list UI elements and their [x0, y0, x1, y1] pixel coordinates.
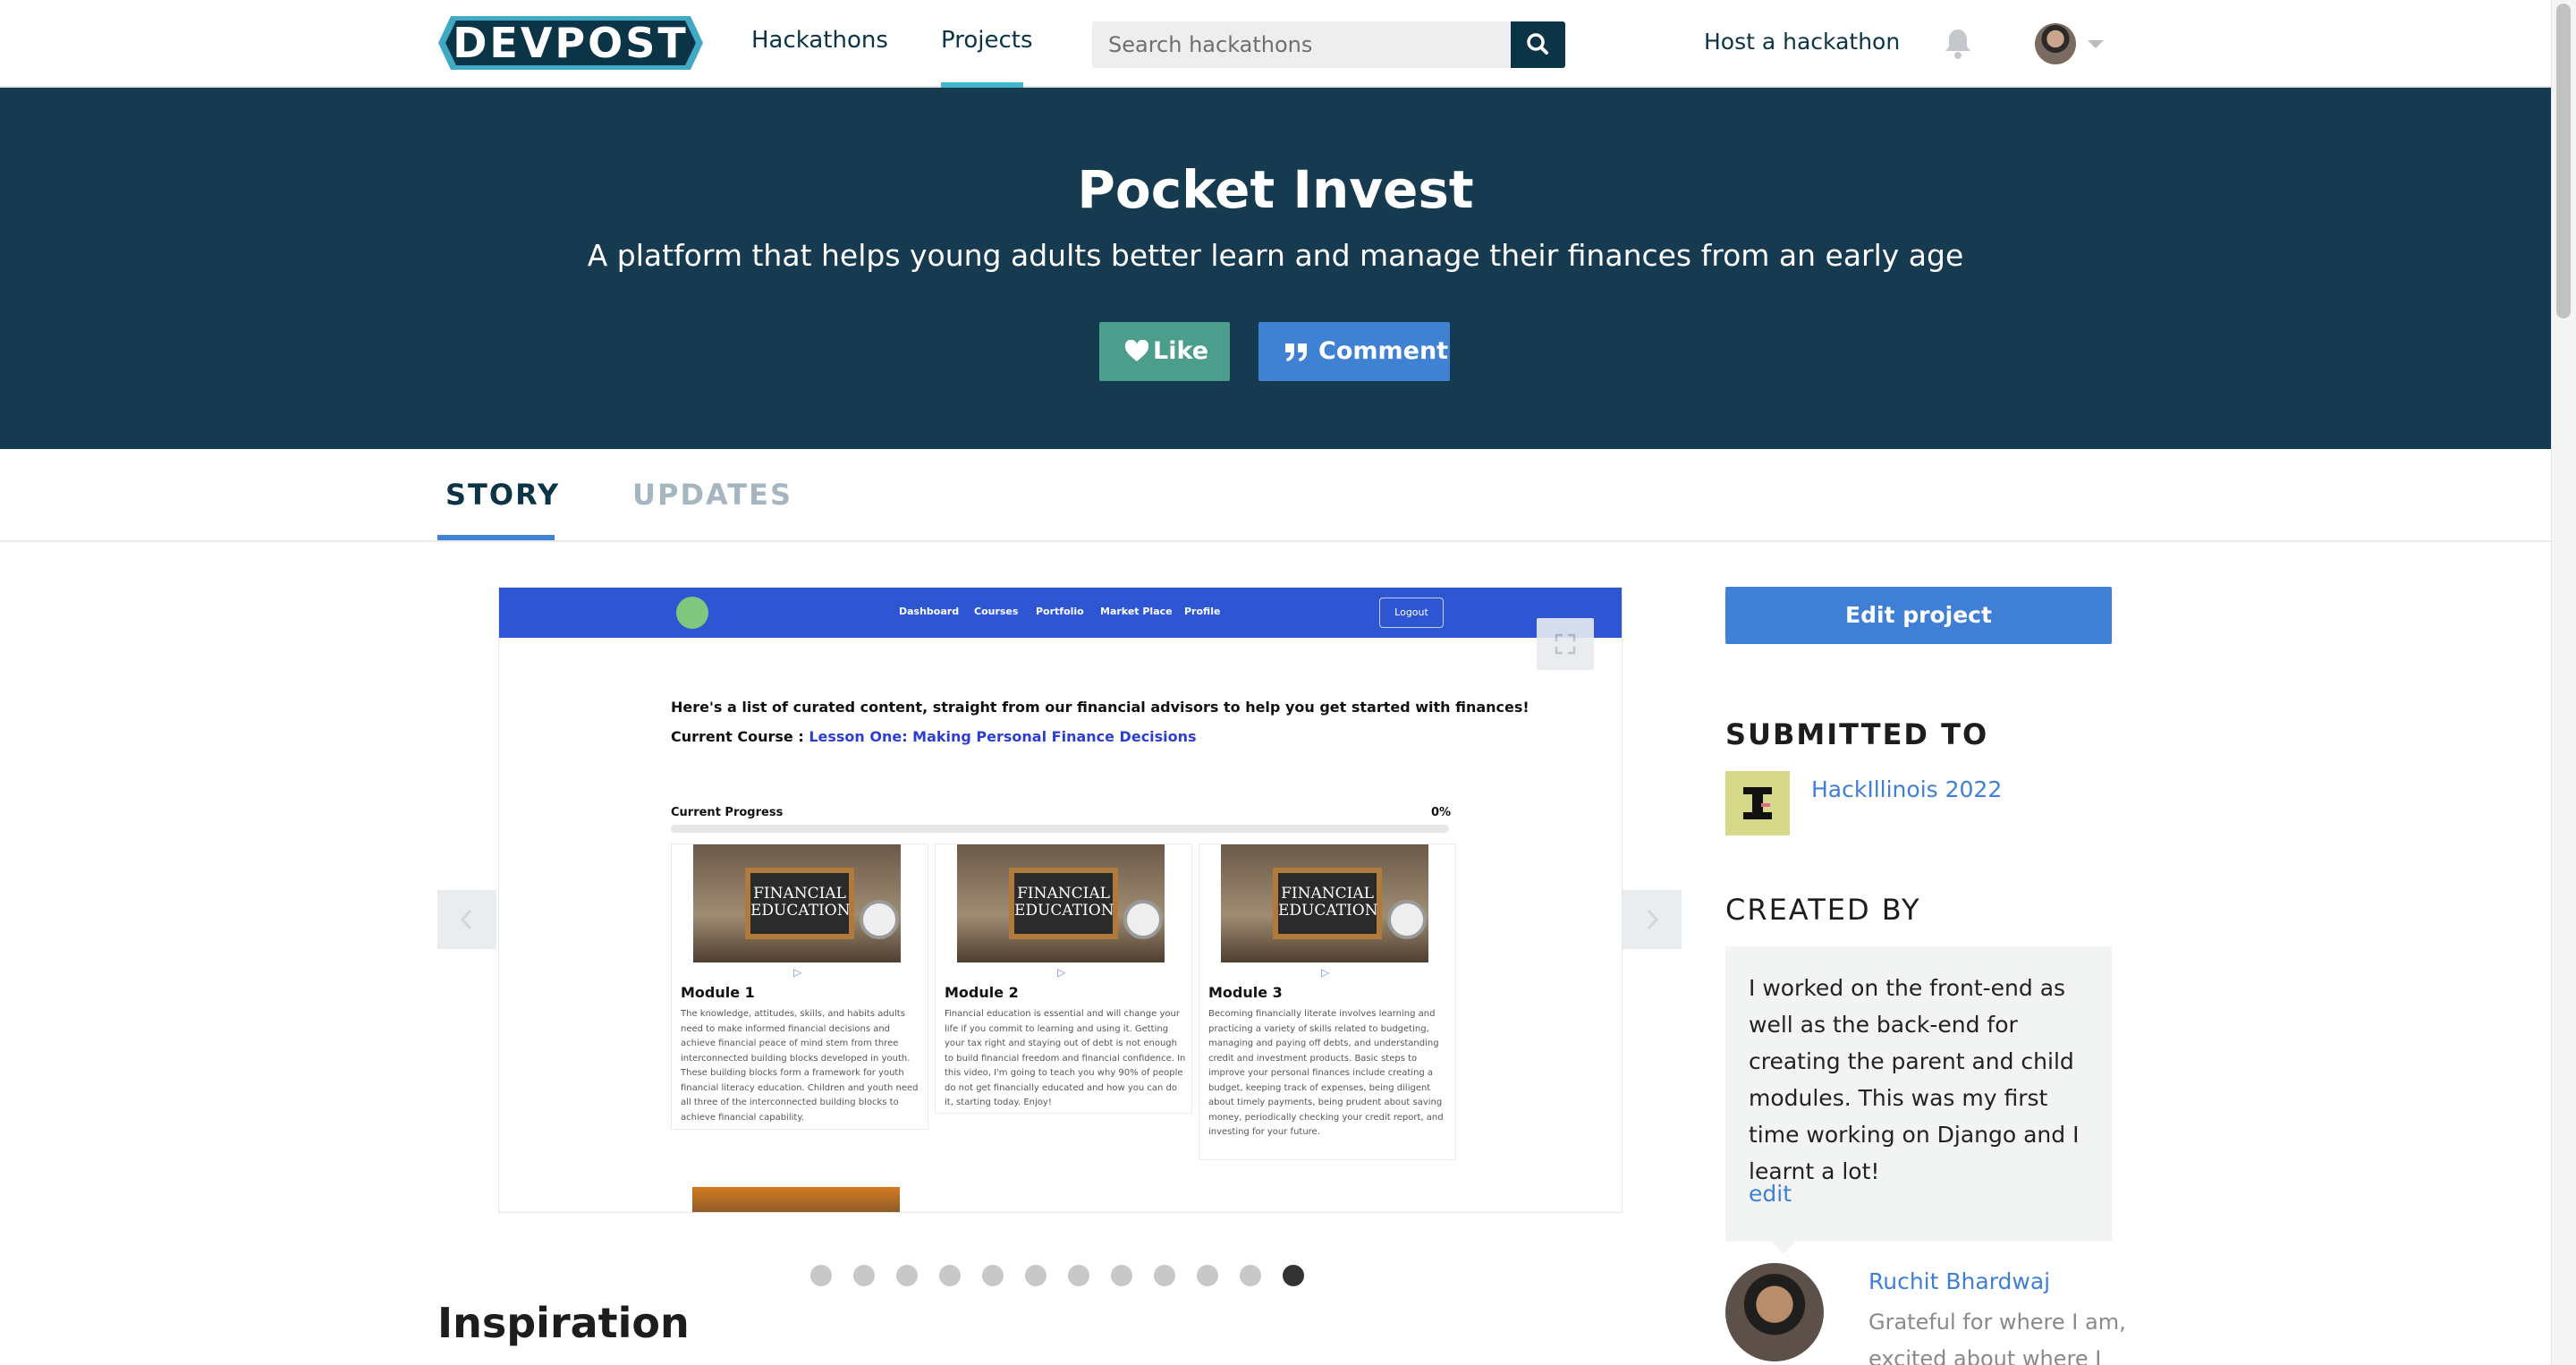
- screenshot-nav-portfolio: Portfolio: [1036, 606, 1084, 617]
- progress-value: 0%: [1431, 806, 1452, 819]
- gallery-dot[interactable]: [810, 1265, 832, 1286]
- bell-icon[interactable]: [1943, 27, 1973, 61]
- tab-updates[interactable]: UPDATES: [632, 478, 792, 512]
- search-button[interactable]: [1511, 21, 1565, 68]
- gallery-dot[interactable]: [982, 1265, 1004, 1286]
- module-description: The knowledge, attitudes, skills, and ha…: [681, 1009, 919, 1123]
- project-title: Pocket Invest: [1077, 159, 1474, 220]
- module-title: Module 1: [681, 984, 755, 1001]
- heart-icon: [1124, 340, 1149, 361]
- comment-label: Comment: [1318, 337, 1449, 365]
- search-input[interactable]: [1092, 21, 1511, 68]
- image-gallery[interactable]: Dashboard Courses Portfolio Market Place…: [498, 587, 1623, 1213]
- module-thumbnail: FINANCIAL EDUCATION: [693, 844, 901, 962]
- alarm-clock-icon: [1387, 900, 1427, 939]
- screenshot-logout-button: Logout: [1379, 598, 1444, 628]
- project-tagline: A platform that helps young adults bette…: [587, 238, 1964, 273]
- alarm-clock-icon: [1123, 900, 1163, 939]
- piggy-bank-icon: [676, 597, 708, 629]
- screenshot-nav-courses: Courses: [974, 606, 1019, 617]
- project-tabs: [0, 449, 2551, 542]
- submitted-to-heading: SUBMITTED TO: [1725, 717, 1989, 751]
- play-icon: ▷: [793, 966, 802, 979]
- gallery-dot[interactable]: [1154, 1265, 1175, 1286]
- like-button[interactable]: Like: [1099, 322, 1230, 381]
- screenshot-nav-market-place: Market Place: [1100, 606, 1173, 617]
- module-card-3: FINANCIAL EDUCATION ▷ Module 3 Becoming …: [1199, 844, 1456, 1160]
- project-hero: Pocket Invest A platform that helps youn…: [0, 88, 2551, 449]
- creator-bio: Grateful for where I am, excited about w…: [1868, 1310, 2126, 1365]
- module-title: Module 3: [1208, 984, 1283, 1001]
- screenshot-current-course: Current Course : Lesson One: Making Pers…: [671, 728, 1197, 745]
- screenshot-intro-text: Here's a list of curated content, straig…: [671, 699, 1530, 716]
- hackillinois-logo-icon: [1743, 787, 1772, 819]
- module-card-peek: [692, 1187, 900, 1212]
- logo-text: DEVPOST: [453, 19, 689, 67]
- like-label: Like: [1153, 337, 1209, 365]
- contribution-text: I worked on the front-end as well as the…: [1749, 975, 2080, 1184]
- gallery-prev-button[interactable]: [437, 890, 496, 949]
- screenshot-navbar: Dashboard Courses Portfolio Market Place…: [499, 588, 1622, 638]
- section-heading-inspiration: Inspiration: [437, 1299, 690, 1347]
- quote-icon: [1285, 343, 1307, 361]
- gallery-dot[interactable]: [1068, 1265, 1089, 1286]
- course-prefix: Current Course :: [671, 728, 809, 745]
- module-card-2: FINANCIAL EDUCATION ▷ Module 2 Financial…: [935, 844, 1192, 1114]
- module-card-1: FINANCIAL EDUCATION ▷ Module 1 The knowl…: [671, 844, 928, 1130]
- nav-link-projects[interactable]: Projects: [941, 27, 1033, 54]
- top-navbar: DEVPOST Hackathons Projects Host a hacka…: [0, 0, 2551, 88]
- gallery-dot[interactable]: [1111, 1265, 1132, 1286]
- user-avatar[interactable]: [2035, 23, 2076, 64]
- module-thumbnail: FINANCIAL EDUCATION: [957, 844, 1165, 962]
- chevron-left-icon: [460, 909, 472, 930]
- hackathon-logo[interactable]: [1725, 771, 1790, 835]
- expand-icon: [1555, 633, 1576, 655]
- gallery-dot[interactable]: [939, 1265, 961, 1286]
- contribution-box: I worked on the front-end as well as the…: [1725, 946, 2112, 1242]
- tab-story[interactable]: STORY: [445, 478, 560, 512]
- gallery-dot[interactable]: [1283, 1265, 1304, 1286]
- creator-avatar[interactable]: [1725, 1263, 1824, 1361]
- created-by-heading: CREATED BY: [1725, 893, 1921, 927]
- expand-button[interactable]: [1537, 618, 1594, 670]
- chalkboard-image: FINANCIAL EDUCATION: [1273, 868, 1382, 939]
- gallery-dot[interactable]: [1197, 1265, 1218, 1286]
- module-thumbnail: FINANCIAL EDUCATION: [1221, 844, 1428, 962]
- progress-label: Current Progress: [671, 806, 784, 819]
- comment-button[interactable]: Comment: [1258, 322, 1450, 381]
- module-title: Module 2: [945, 984, 1019, 1001]
- search-icon: [1527, 33, 1548, 55]
- edit-contribution-link[interactable]: edit: [1749, 1181, 1792, 1207]
- gallery-dot[interactable]: [896, 1265, 918, 1286]
- progress-bar: [671, 825, 1449, 833]
- course-link: Lesson One: Making Personal Finance Deci…: [809, 728, 1197, 745]
- speech-tail-icon: [1770, 1240, 1797, 1254]
- module-description: Becoming financially literate involves l…: [1208, 1009, 1444, 1137]
- edit-project-button[interactable]: Edit project: [1725, 587, 2112, 644]
- chalkboard-image: FINANCIAL EDUCATION: [1009, 868, 1118, 939]
- chevron-right-icon: [1647, 909, 1659, 930]
- tab-active-indicator: [437, 535, 555, 540]
- nav-link-hackathons[interactable]: Hackathons: [751, 27, 888, 54]
- scrollbar-thumb[interactable]: [2556, 4, 2571, 318]
- host-hackathon-link[interactable]: Host a hackathon: [1704, 29, 1900, 55]
- chevron-down-icon[interactable]: [2088, 40, 2104, 48]
- gallery-dot[interactable]: [1240, 1265, 1261, 1286]
- alarm-clock-icon: [860, 900, 899, 939]
- gallery-dot[interactable]: [853, 1265, 875, 1286]
- play-icon: ▷: [1321, 966, 1330, 979]
- chalkboard-image: FINANCIAL EDUCATION: [745, 868, 854, 939]
- hackathon-link[interactable]: HackIllinois 2022: [1811, 776, 2002, 802]
- creator-name-link[interactable]: Ruchit Bhardwaj: [1868, 1268, 2050, 1294]
- screenshot-nav-profile: Profile: [1184, 606, 1221, 617]
- devpost-logo[interactable]: DEVPOST: [438, 16, 703, 70]
- module-description: Financial education is essential and wil…: [945, 1009, 1186, 1107]
- screenshot-nav-dashboard: Dashboard: [899, 606, 960, 617]
- gallery-dot[interactable]: [1025, 1265, 1046, 1286]
- play-icon: ▷: [1057, 966, 1066, 979]
- gallery-next-button[interactable]: [1623, 890, 1682, 949]
